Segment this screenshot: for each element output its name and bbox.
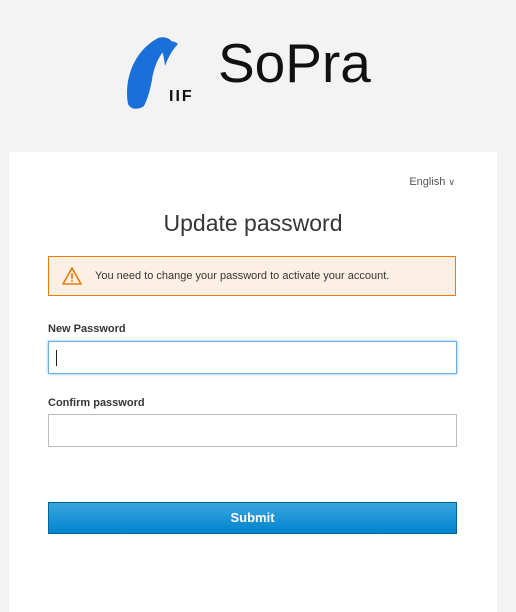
submit-button[interactable]: Submit	[48, 502, 457, 534]
language-selector[interactable]: English ∨	[409, 176, 455, 188]
new-password-field[interactable]	[48, 341, 457, 374]
new-password-label: New Password	[48, 323, 126, 335]
language-label: English	[409, 176, 446, 188]
confirm-password-label: Confirm password	[48, 397, 145, 409]
login-card: English ∨ Update password You need to cha…	[9, 152, 497, 612]
header: IIF SoPra	[0, 0, 516, 140]
sopra-logo: IIF SoPra	[122, 32, 392, 112]
confirm-password-field[interactable]	[48, 414, 457, 447]
page-title: Update password	[163, 210, 343, 236]
warning-alert: You need to change your password to acti…	[48, 256, 456, 296]
warning-icon	[62, 267, 82, 285]
alert-message: You need to change your password to acti…	[95, 270, 390, 282]
chevron-down-icon: ∨	[448, 177, 455, 187]
text-caret	[56, 350, 57, 366]
brand-name: SoPra	[218, 32, 371, 94]
logo-iif-text: IIF	[169, 88, 194, 105]
